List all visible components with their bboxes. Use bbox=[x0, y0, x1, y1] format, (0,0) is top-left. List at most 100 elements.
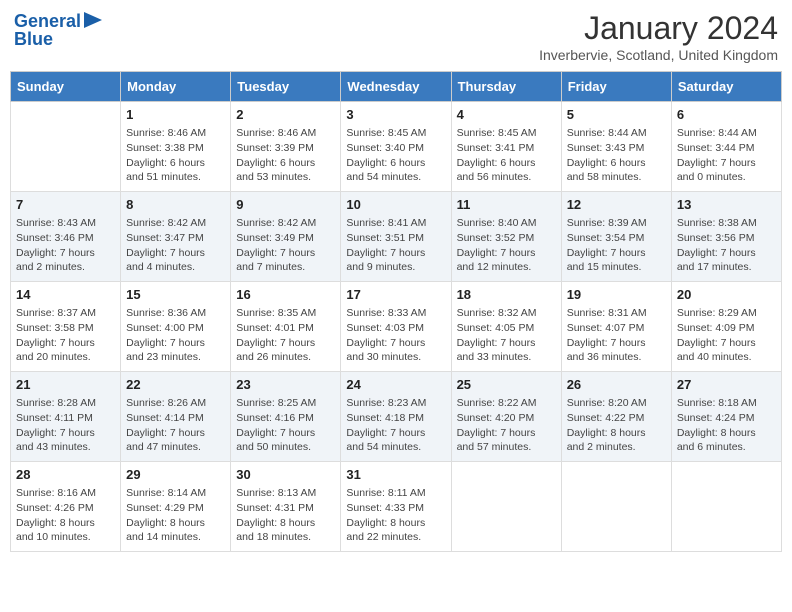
day-detail: Sunset: 3:49 PM bbox=[236, 231, 335, 246]
table-row: 21Sunrise: 8:28 AMSunset: 4:11 PMDayligh… bbox=[11, 372, 121, 462]
day-detail: Sunset: 3:58 PM bbox=[16, 321, 115, 336]
day-detail: Sunset: 4:16 PM bbox=[236, 411, 335, 426]
day-detail: and 30 minutes. bbox=[346, 350, 445, 365]
logo-icon bbox=[84, 12, 102, 28]
day-detail: and 20 minutes. bbox=[16, 350, 115, 365]
calendar-table: Sunday Monday Tuesday Wednesday Thursday… bbox=[10, 71, 782, 552]
day-detail: Daylight: 7 hours bbox=[126, 246, 225, 261]
day-detail: and 22 minutes. bbox=[346, 530, 445, 545]
day-detail: Sunrise: 8:43 AM bbox=[16, 216, 115, 231]
calendar-week-row: 7Sunrise: 8:43 AMSunset: 3:46 PMDaylight… bbox=[11, 192, 782, 282]
day-detail: and 51 minutes. bbox=[126, 170, 225, 185]
day-detail: Sunrise: 8:41 AM bbox=[346, 216, 445, 231]
day-detail: Sunrise: 8:32 AM bbox=[457, 306, 556, 321]
table-row: 26Sunrise: 8:20 AMSunset: 4:22 PMDayligh… bbox=[561, 372, 671, 462]
day-number: 3 bbox=[346, 106, 445, 124]
day-detail: Sunset: 4:33 PM bbox=[346, 501, 445, 516]
table-row: 3Sunrise: 8:45 AMSunset: 3:40 PMDaylight… bbox=[341, 102, 451, 192]
table-row: 30Sunrise: 8:13 AMSunset: 4:31 PMDayligh… bbox=[231, 462, 341, 552]
day-detail: Sunrise: 8:46 AM bbox=[236, 126, 335, 141]
day-detail: Daylight: 7 hours bbox=[567, 336, 666, 351]
day-detail: Daylight: 7 hours bbox=[457, 336, 556, 351]
day-number: 24 bbox=[346, 376, 445, 394]
day-detail: Daylight: 7 hours bbox=[126, 426, 225, 441]
day-detail: and 18 minutes. bbox=[236, 530, 335, 545]
calendar-week-row: 1Sunrise: 8:46 AMSunset: 3:38 PMDaylight… bbox=[11, 102, 782, 192]
day-detail: Sunrise: 8:39 AM bbox=[567, 216, 666, 231]
day-detail: Sunset: 3:40 PM bbox=[346, 141, 445, 156]
calendar-week-row: 28Sunrise: 8:16 AMSunset: 4:26 PMDayligh… bbox=[11, 462, 782, 552]
day-detail: Sunset: 3:41 PM bbox=[457, 141, 556, 156]
table-row: 14Sunrise: 8:37 AMSunset: 3:58 PMDayligh… bbox=[11, 282, 121, 372]
day-number: 17 bbox=[346, 286, 445, 304]
day-detail: Sunrise: 8:20 AM bbox=[567, 396, 666, 411]
day-detail: Daylight: 7 hours bbox=[236, 246, 335, 261]
day-number: 29 bbox=[126, 466, 225, 484]
day-detail: Sunset: 4:31 PM bbox=[236, 501, 335, 516]
day-detail: Daylight: 7 hours bbox=[677, 336, 776, 351]
day-detail: Sunrise: 8:28 AM bbox=[16, 396, 115, 411]
day-detail: Daylight: 7 hours bbox=[457, 426, 556, 441]
day-detail: Daylight: 6 hours bbox=[346, 156, 445, 171]
page-header: General Blue January 2024 Inverbervie, S… bbox=[10, 10, 782, 63]
day-detail: Sunset: 4:00 PM bbox=[126, 321, 225, 336]
table-row: 15Sunrise: 8:36 AMSunset: 4:00 PMDayligh… bbox=[121, 282, 231, 372]
table-row: 24Sunrise: 8:23 AMSunset: 4:18 PMDayligh… bbox=[341, 372, 451, 462]
day-detail: Sunrise: 8:46 AM bbox=[126, 126, 225, 141]
day-detail: Sunset: 4:24 PM bbox=[677, 411, 776, 426]
day-detail: Sunset: 3:52 PM bbox=[457, 231, 556, 246]
table-row: 2Sunrise: 8:46 AMSunset: 3:39 PMDaylight… bbox=[231, 102, 341, 192]
logo: General Blue bbox=[14, 10, 102, 50]
day-number: 25 bbox=[457, 376, 556, 394]
day-detail: Sunrise: 8:26 AM bbox=[126, 396, 225, 411]
day-detail: Daylight: 7 hours bbox=[236, 426, 335, 441]
header-saturday: Saturday bbox=[671, 72, 781, 102]
day-detail: and 40 minutes. bbox=[677, 350, 776, 365]
table-row: 5Sunrise: 8:44 AMSunset: 3:43 PMDaylight… bbox=[561, 102, 671, 192]
day-detail: Sunset: 4:11 PM bbox=[16, 411, 115, 426]
day-detail: Daylight: 8 hours bbox=[16, 516, 115, 531]
table-row: 29Sunrise: 8:14 AMSunset: 4:29 PMDayligh… bbox=[121, 462, 231, 552]
table-row: 13Sunrise: 8:38 AMSunset: 3:56 PMDayligh… bbox=[671, 192, 781, 282]
table-row bbox=[451, 462, 561, 552]
day-detail: Sunrise: 8:44 AM bbox=[677, 126, 776, 141]
day-detail: Sunset: 3:46 PM bbox=[16, 231, 115, 246]
day-detail: Sunrise: 8:18 AM bbox=[677, 396, 776, 411]
day-detail: Sunrise: 8:44 AM bbox=[567, 126, 666, 141]
day-detail: and 2 minutes. bbox=[567, 440, 666, 455]
day-detail: Sunset: 3:43 PM bbox=[567, 141, 666, 156]
day-detail: Sunset: 4:01 PM bbox=[236, 321, 335, 336]
day-detail: Daylight: 6 hours bbox=[126, 156, 225, 171]
calendar-week-row: 14Sunrise: 8:37 AMSunset: 3:58 PMDayligh… bbox=[11, 282, 782, 372]
day-detail: Sunset: 4:18 PM bbox=[346, 411, 445, 426]
day-number: 2 bbox=[236, 106, 335, 124]
day-detail: Sunset: 3:51 PM bbox=[346, 231, 445, 246]
day-number: 21 bbox=[16, 376, 115, 394]
day-detail: and 33 minutes. bbox=[457, 350, 556, 365]
header-tuesday: Tuesday bbox=[231, 72, 341, 102]
month-title: January 2024 bbox=[539, 10, 778, 47]
day-detail: Daylight: 7 hours bbox=[236, 336, 335, 351]
day-detail: Sunrise: 8:22 AM bbox=[457, 396, 556, 411]
day-detail: Daylight: 7 hours bbox=[677, 246, 776, 261]
day-detail: Daylight: 6 hours bbox=[457, 156, 556, 171]
day-detail: and 9 minutes. bbox=[346, 260, 445, 275]
day-detail: and 14 minutes. bbox=[126, 530, 225, 545]
table-row: 27Sunrise: 8:18 AMSunset: 4:24 PMDayligh… bbox=[671, 372, 781, 462]
day-detail: Sunrise: 8:37 AM bbox=[16, 306, 115, 321]
day-detail: Sunset: 4:22 PM bbox=[567, 411, 666, 426]
day-detail: Daylight: 8 hours bbox=[236, 516, 335, 531]
header-monday: Monday bbox=[121, 72, 231, 102]
day-detail: Sunrise: 8:38 AM bbox=[677, 216, 776, 231]
day-detail: Daylight: 8 hours bbox=[126, 516, 225, 531]
day-detail: Sunrise: 8:16 AM bbox=[16, 486, 115, 501]
day-number: 19 bbox=[567, 286, 666, 304]
table-row: 16Sunrise: 8:35 AMSunset: 4:01 PMDayligh… bbox=[231, 282, 341, 372]
table-row: 25Sunrise: 8:22 AMSunset: 4:20 PMDayligh… bbox=[451, 372, 561, 462]
day-detail: and 10 minutes. bbox=[16, 530, 115, 545]
table-row bbox=[11, 102, 121, 192]
day-detail: and 56 minutes. bbox=[457, 170, 556, 185]
day-detail: Sunrise: 8:23 AM bbox=[346, 396, 445, 411]
day-number: 30 bbox=[236, 466, 335, 484]
table-row: 11Sunrise: 8:40 AMSunset: 3:52 PMDayligh… bbox=[451, 192, 561, 282]
